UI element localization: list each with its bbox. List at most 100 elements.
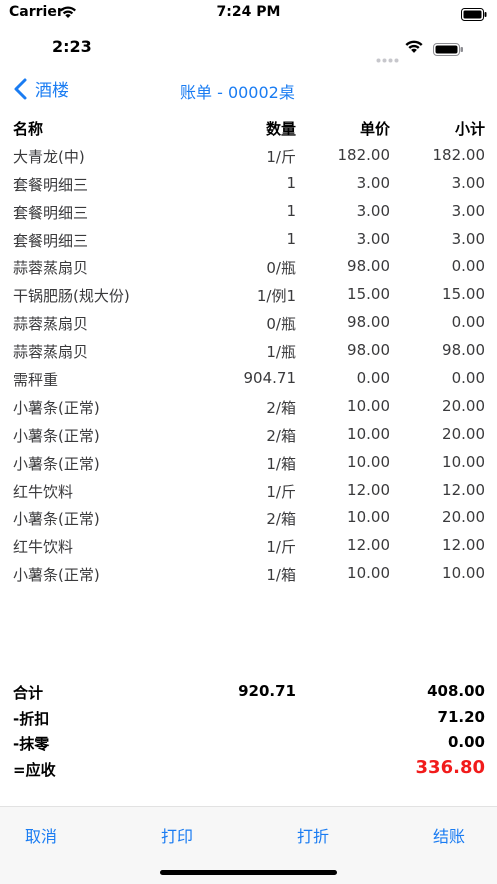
item-name: 套餐明细三: [13, 203, 89, 222]
item-price: 182.00: [337, 145, 391, 164]
item-price: 10.00: [347, 452, 390, 471]
item-price: 12.00: [347, 480, 390, 499]
table-row: 蒜蓉蒸扇贝 1/瓶 98.00 98.00: [0, 337, 497, 365]
item-name: 蒜蓉蒸扇贝: [13, 259, 89, 278]
item-name: 套餐明细三: [13, 175, 89, 194]
print-button[interactable]: 打印: [161, 823, 193, 847]
item-price: 3.00: [356, 173, 390, 192]
item-price: 98.00: [347, 313, 390, 332]
outer-status-time: 7:24 PM: [216, 4, 281, 20]
item-price: 0.00: [356, 369, 390, 388]
item-qty: 2/箱: [266, 426, 296, 445]
discount-row: -折扣 71.20: [0, 705, 497, 731]
rounding-row: -抹零 0.00: [0, 730, 497, 756]
outer-status-bar: Carrier 7:24 PM: [0, 0, 497, 28]
item-price: 98.00: [347, 257, 390, 276]
item-name: 小薯条(正常): [13, 510, 100, 529]
item-qty: 1/斤: [266, 147, 296, 166]
item-name: 需秤重: [13, 371, 59, 390]
item-name: 蒜蓉蒸扇贝: [13, 343, 89, 362]
item-name: 蒜蓉蒸扇贝: [13, 315, 89, 334]
table-row: 红牛饮料 1/斤 12.00 12.00: [0, 532, 497, 560]
table-row: 小薯条(正常) 2/箱 10.00 20.00: [0, 504, 497, 532]
item-price: 3.00: [356, 229, 390, 248]
total-qty: 920.71: [238, 682, 296, 700]
navigation-bar: 酒楼 账单 - 00002桌: [0, 70, 497, 110]
item-subtotal: 10.00: [442, 564, 485, 583]
checkout-button[interactable]: 结账: [433, 823, 465, 847]
item-qty: 1: [286, 229, 296, 248]
item-subtotal: 3.00: [451, 173, 485, 192]
item-price: 15.00: [347, 285, 390, 304]
battery-icon: [433, 41, 464, 60]
table-row: 蒜蓉蒸扇贝 0/瓶 98.00 0.00: [0, 309, 497, 337]
table-row: 套餐明细三 1 3.00 3.00: [0, 198, 497, 226]
cancel-button[interactable]: 取消: [25, 823, 57, 847]
item-price: 10.00: [347, 508, 390, 527]
bill-table: 名称 数量 单价 小计 大青龙(中) 1/斤 182.00 182.00 套餐明细三 1 3…: [0, 114, 497, 588]
table-row: 套餐明细三 1 3.00 3.00: [0, 226, 497, 254]
item-qty: 1/瓶: [266, 343, 296, 362]
item-name: 小薯条(正常): [13, 426, 100, 445]
item-qty: 1: [286, 201, 296, 220]
item-qty: 2/箱: [266, 398, 296, 417]
item-price: 3.00: [356, 201, 390, 220]
back-button[interactable]: 酒楼: [12, 76, 69, 101]
app-status-bar: 2:23: [0, 30, 497, 63]
item-name: 红牛饮料: [13, 482, 74, 501]
table-row: 蒜蓉蒸扇贝 0/瓶 98.00 0.00: [0, 253, 497, 281]
item-subtotal: 20.00: [442, 396, 485, 415]
item-subtotal: 182.00: [432, 145, 486, 164]
item-name: 大青龙(中): [13, 147, 85, 166]
table-row: 小薯条(正常) 1/箱 10.00 10.00: [0, 449, 497, 477]
total-row: 合计 920.71 408.00: [0, 679, 497, 705]
item-subtotal: 0.00: [451, 313, 485, 332]
home-indicator[interactable]: [160, 870, 337, 875]
rounding-label: -抹零: [13, 735, 50, 753]
item-qty: 1/例1: [256, 287, 296, 306]
amount-due-row: =应收 336.80: [0, 756, 497, 782]
item-qty: 1/斤: [266, 538, 296, 557]
totals-section: 合计 920.71 408.00 -折扣 71.20 -抹零 0.00 =应收 …: [0, 679, 497, 781]
item-name: 套餐明细三: [13, 231, 89, 250]
item-subtotal: 3.00: [451, 229, 485, 248]
amount-due-value: 336.80: [415, 756, 485, 778]
table-row: 红牛饮料 1/斤 12.00 12.00: [0, 477, 497, 505]
wifi-icon: [404, 39, 424, 58]
page-title: 账单 - 00002桌: [180, 83, 295, 102]
chevron-left-icon: [12, 77, 28, 101]
item-subtotal: 3.00: [451, 201, 485, 220]
item-subtotal: 20.00: [442, 424, 485, 443]
discount-button[interactable]: 打折: [297, 823, 329, 847]
table-row: 套餐明细三 1 3.00 3.00: [0, 170, 497, 198]
item-qty: 1/斤: [266, 482, 296, 501]
item-subtotal: 12.00: [442, 480, 485, 499]
table-header: 名称 数量 单价 小计: [0, 114, 497, 142]
back-button-label: 酒楼: [35, 81, 69, 101]
battery-icon: [461, 6, 487, 25]
amount-due-label: =应收: [13, 760, 56, 779]
total-value: 408.00: [427, 682, 485, 700]
item-qty: 2/箱: [266, 510, 296, 529]
discount-value: 71.20: [437, 707, 485, 726]
rounding-value: 0.00: [447, 733, 485, 751]
item-subtotal: 12.00: [442, 536, 485, 555]
item-price: 10.00: [347, 564, 390, 583]
bill-rows: 大青龙(中) 1/斤 182.00 182.00 套餐明细三 1 3.00 3.00 套餐明细三…: [0, 142, 497, 588]
item-subtotal: 20.00: [442, 508, 485, 527]
table-row: 小薯条(正常) 2/箱 10.00 20.00: [0, 393, 497, 421]
table-row: 小薯条(正常) 1/箱 10.00 10.00: [0, 560, 497, 588]
item-qty: 1/箱: [266, 566, 296, 585]
item-qty: 1: [286, 173, 296, 192]
item-price: 12.00: [347, 536, 390, 555]
item-name: 红牛饮料: [13, 538, 74, 557]
item-subtotal: 10.00: [442, 452, 485, 471]
header-name: 名称: [13, 120, 44, 138]
table-row: 干锅肥肠(规大份) 1/例1 15.00 15.00: [0, 281, 497, 309]
item-price: 98.00: [347, 341, 390, 360]
item-qty: 0/瓶: [266, 259, 296, 278]
item-subtotal: 0.00: [451, 257, 485, 276]
item-subtotal: 98.00: [442, 341, 485, 360]
header-qty: 数量: [265, 120, 296, 138]
app-status-time: 2:23: [52, 37, 92, 56]
